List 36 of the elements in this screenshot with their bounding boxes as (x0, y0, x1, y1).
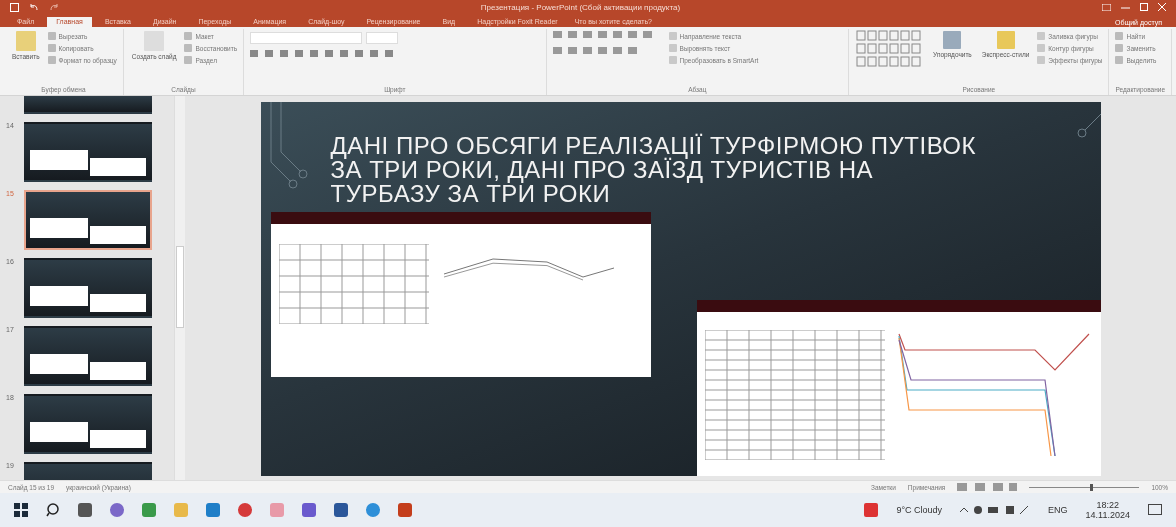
save-icon[interactable] (10, 2, 19, 12)
view-icons[interactable] (957, 483, 1018, 491)
taskbar-app-icon[interactable] (398, 503, 412, 517)
font-name-field[interactable] (250, 32, 363, 44)
slide-thumbnail[interactable] (24, 122, 152, 182)
slide-thumbnail[interactable] (24, 326, 152, 386)
slide-thumbnail[interactable] (24, 258, 152, 318)
slide-thumbnail[interactable] (24, 394, 152, 454)
clock-date[interactable]: 14.11.2024 (1085, 510, 1130, 520)
taskbar-app-icon[interactable] (206, 503, 220, 517)
slide-title: ДАНІ ПРО ОБСЯГИ РЕАЛІЗАЦІЇ ТУРФІРМОЮ ПУТІВОК ЗА ТРИ РОКИ, ДАНІ ПРО ЗАЇЗД ТУРИСТІВ НА ТУРБАЗУ ЗА ТРИ РОКИ (330, 134, 977, 206)
tray-icons[interactable] (960, 504, 1031, 516)
taskbar-app-icon[interactable] (78, 503, 92, 517)
start-icon[interactable] (14, 503, 28, 517)
maximize-icon[interactable] (1140, 3, 1148, 11)
undo-icon[interactable] (29, 3, 39, 11)
taskbar-app-icon[interactable] (334, 503, 348, 517)
search-icon[interactable] (46, 503, 60, 517)
taskbar-app-icon[interactable] (366, 503, 380, 517)
slide-thumbnail[interactable] (24, 190, 152, 250)
redo-icon[interactable] (49, 3, 59, 11)
weather-text[interactable]: 9°C Cloudy (896, 505, 943, 515)
taskbar-app-icon[interactable] (238, 503, 252, 517)
window-title: Презентация - PowerPoint (Сбой активации продукта) (479, 2, 682, 12)
taskbar-app-icon[interactable] (302, 503, 316, 517)
keyboard-language[interactable]: ENG (1048, 505, 1068, 515)
notification-icon[interactable] (864, 503, 879, 517)
font-size-field[interactable] (366, 32, 399, 44)
notifications-icon[interactable] (1148, 504, 1162, 516)
clock-time[interactable]: 18:22 (1096, 500, 1120, 510)
taskbar-app-icon[interactable] (110, 503, 124, 517)
close-icon[interactable] (1158, 3, 1166, 11)
taskbar-app-icon[interactable] (142, 503, 156, 517)
scroll-bar[interactable] (174, 96, 185, 480)
slide-thumbnail[interactable] (24, 96, 152, 114)
ribbon-options-icon[interactable] (1102, 3, 1111, 11)
